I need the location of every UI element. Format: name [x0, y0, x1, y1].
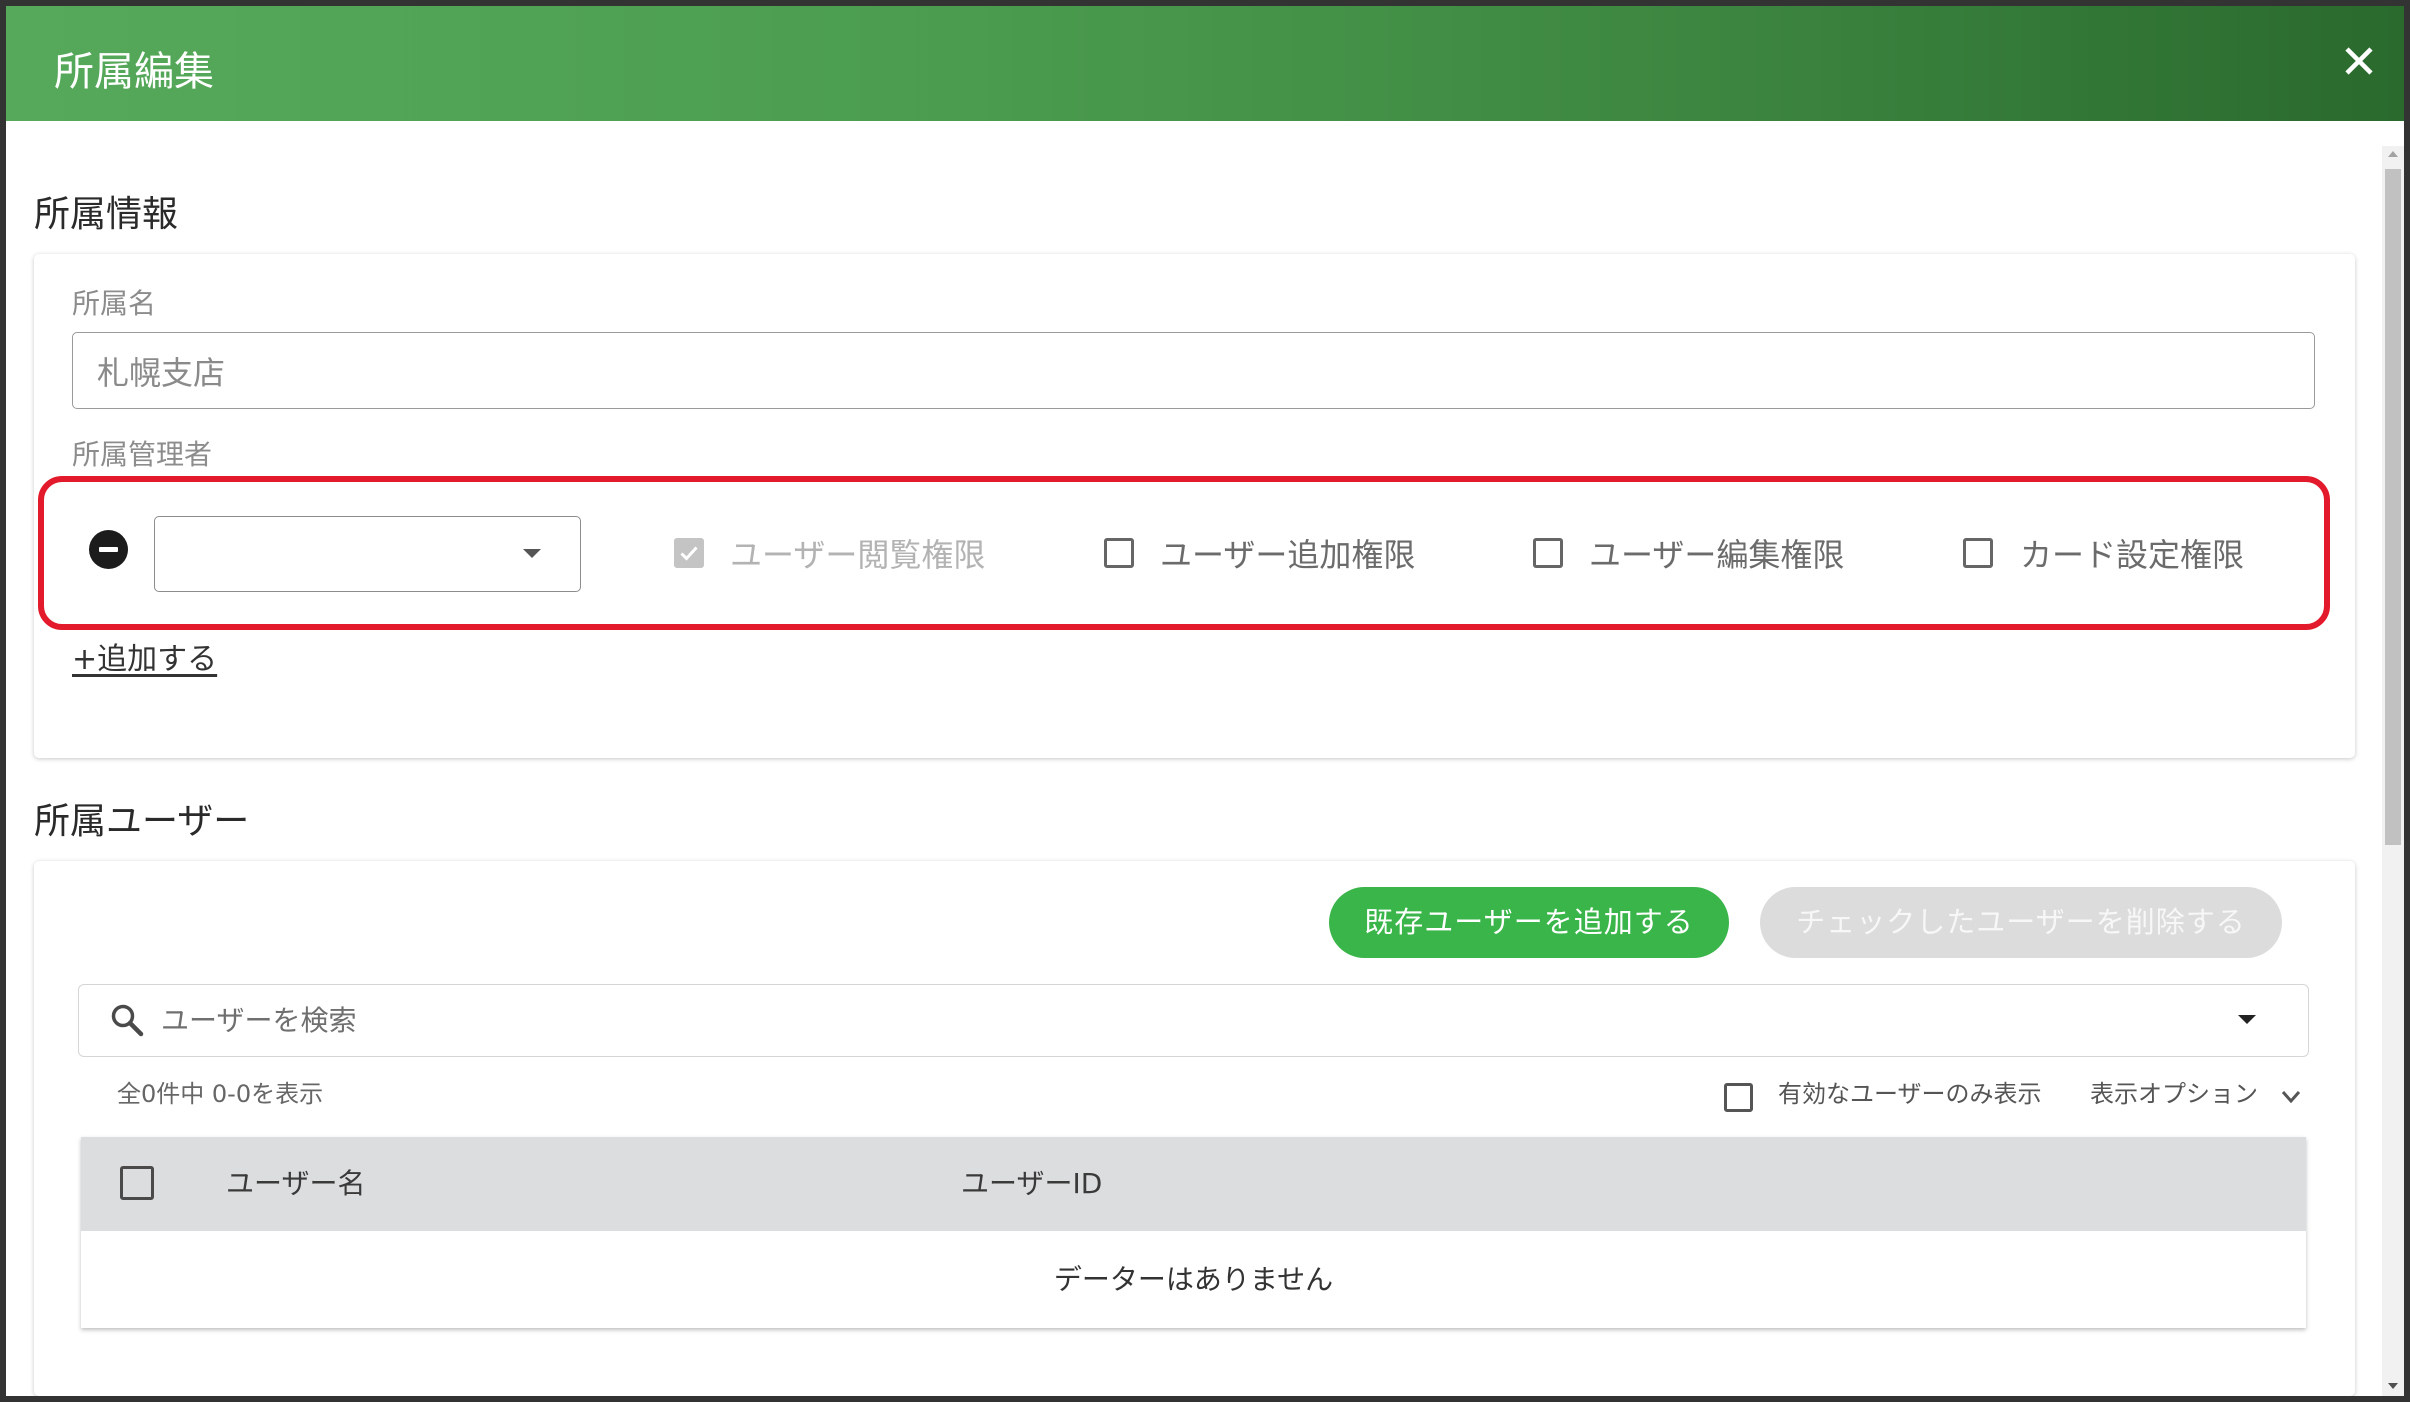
dialog-header: 所属編集 [6, 6, 2404, 121]
dialog-title: 所属編集 [54, 49, 214, 95]
add-existing-user-button[interactable]: 既存ユーザーを追加する [1329, 887, 1729, 958]
permission-card-settings-label: カード設定権限 [2020, 536, 2245, 574]
active-only-checkbox[interactable] [1724, 1083, 1753, 1112]
permission-add-label: ユーザー追加権限 [1160, 536, 1416, 574]
active-only-label: 有効なユーザーのみ表示 [1778, 1080, 2042, 1108]
delete-checked-users-button[interactable]: チェックしたユーザーを削除する [1760, 887, 2282, 958]
column-header-user-name[interactable]: ユーザー名 [226, 1166, 365, 1202]
section-title-affiliation-users: 所属ユーザー [34, 801, 250, 842]
permission-view-label: ユーザー閲覧権限 [730, 536, 986, 574]
chevron-down-icon[interactable] [2281, 1090, 2301, 1104]
select-all-checkbox[interactable] [120, 1166, 154, 1200]
minus-circle-icon[interactable] [89, 530, 128, 569]
vertical-scrollbar[interactable] [2382, 146, 2404, 1396]
result-count-text: 全0件中 0-0を表示 [117, 1080, 324, 1108]
user-search-bar [78, 984, 2309, 1057]
user-search-input[interactable] [161, 985, 2201, 1055]
add-manager-link[interactable]: +追加する [72, 642, 217, 678]
permission-view-checkbox[interactable] [674, 538, 704, 568]
affiliation-name-input[interactable] [72, 332, 2315, 409]
affiliation-name-label: 所属名 [72, 287, 157, 320]
manager-select[interactable] [154, 516, 581, 592]
close-icon[interactable] [2344, 46, 2374, 76]
affiliation-users-card: 既存ユーザーを追加する チェックしたユーザーを削除する 全0件中 0-0を表示 … [34, 861, 2355, 1396]
caret-down-icon [523, 549, 541, 558]
affiliation-info-card: 所属名 所属管理者 ユーザー閲覧権限 ユーザー追加権限 ユーザー編集権限 カード… [34, 254, 2355, 758]
table-header: ユーザー名 ユーザーID [81, 1137, 2306, 1231]
caret-down-icon[interactable] [2238, 1015, 2256, 1024]
scrollbar-thumb[interactable] [2385, 169, 2401, 845]
scroll-up-arrow-icon[interactable] [2388, 151, 2398, 157]
search-icon [110, 1003, 144, 1037]
permission-add-checkbox[interactable] [1104, 538, 1134, 568]
scroll-down-arrow-icon[interactable] [2388, 1383, 2398, 1389]
column-header-user-id[interactable]: ユーザーID [961, 1166, 1102, 1202]
table-empty-row: データーはありません [1053, 1263, 1334, 1296]
display-options-button[interactable]: 表示オプション [2090, 1078, 2258, 1110]
permission-card-settings-checkbox[interactable] [1963, 538, 1993, 568]
check-icon [680, 546, 698, 561]
edit-affiliation-dialog: 所属編集 所属情報 所属名 所属管理者 ユーザー閲覧権限 ユーザー追加権限 [6, 6, 2404, 1396]
user-table: ユーザー名 ユーザーID データーはありません [81, 1137, 2306, 1328]
section-title-affiliation-info: 所属情報 [34, 194, 179, 235]
affiliation-manager-label: 所属管理者 [72, 438, 213, 471]
permission-edit-checkbox[interactable] [1533, 538, 1563, 568]
permission-edit-label: ユーザー編集権限 [1589, 536, 1845, 574]
